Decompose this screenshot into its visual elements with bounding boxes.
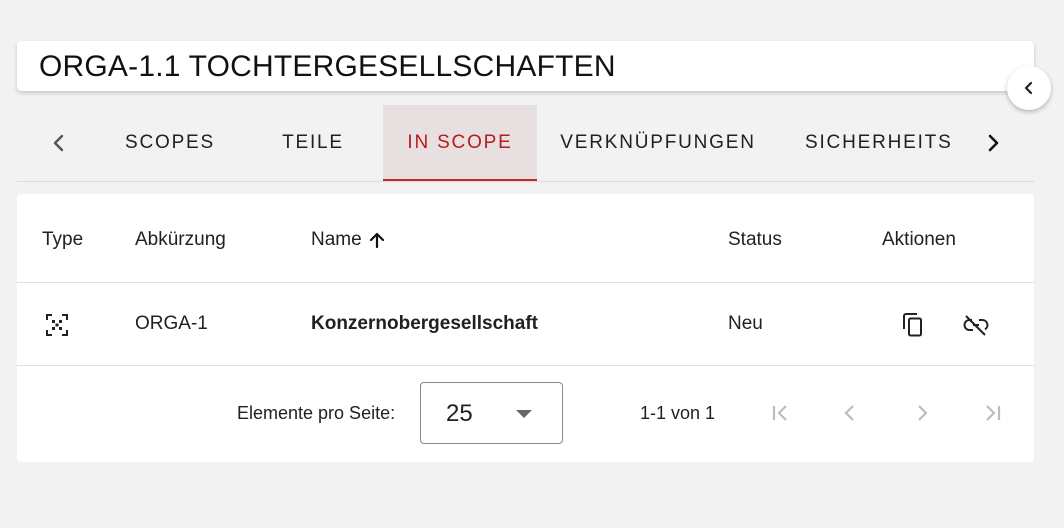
items-per-page-label: Elemente pro Seite: xyxy=(237,403,396,423)
tab-scroll-left-button[interactable] xyxy=(39,105,79,181)
cell-abbreviation: ORGA-1 xyxy=(135,313,208,334)
column-header-type: Type xyxy=(42,229,84,250)
next-page-icon xyxy=(918,405,928,421)
table-row[interactable]: ORGA-1 Konzernobergesellschaft Neu xyxy=(17,282,1034,366)
tab-sicherheitsmassnahmen[interactable]: SICHERHEITSMASSNAHMEN xyxy=(779,105,952,181)
page-size-select[interactable]: 25 xyxy=(420,382,563,444)
column-header-status[interactable]: Status xyxy=(728,229,782,251)
copy-button[interactable] xyxy=(895,307,931,343)
tab-list: SCOPES TEILE IN SCOPE VERKNÜPFUNGEN SICH… xyxy=(96,105,952,181)
tab-verknuepfungen[interactable]: VERKNÜPFUNGEN xyxy=(537,105,779,181)
tab-teile[interactable]: TEILE xyxy=(244,105,382,181)
tab-scopes[interactable]: SCOPES xyxy=(96,105,244,181)
page-title: ORGA-1.1 TOCHTERGESELLSCHAFTEN xyxy=(39,50,616,83)
first-page-icon xyxy=(772,405,787,421)
column-header-name[interactable]: Name xyxy=(311,229,387,251)
previous-page-icon xyxy=(844,405,854,421)
previous-page-button[interactable] xyxy=(832,395,868,431)
cell-name: Konzernobergesellschaft xyxy=(311,313,538,334)
next-page-button[interactable] xyxy=(904,395,940,431)
tab-scroll-right-button[interactable] xyxy=(973,105,1013,181)
copy-icon xyxy=(903,313,922,337)
collapse-panel-button[interactable] xyxy=(1007,66,1051,110)
chevron-right-icon xyxy=(988,134,999,152)
cell-status: Neu xyxy=(728,313,763,334)
unlink-icon xyxy=(963,315,989,336)
page-range-label: 1-1 von 1 xyxy=(640,403,716,423)
column-header-abbreviation[interactable]: Abkürzung xyxy=(135,229,226,251)
title-card: ORGA-1.1 TOCHTERGESELLSCHAFTEN xyxy=(17,41,1034,91)
last-page-icon xyxy=(986,405,1001,421)
unlink-button[interactable] xyxy=(958,307,994,343)
elements-table: Type Abkürzung Name Status Aktionen ORGA… xyxy=(17,194,1034,462)
tab-bar: SCOPES TEILE IN SCOPE VERKNÜPFUNGEN SICH… xyxy=(17,105,1034,182)
page-size-value: 25 xyxy=(446,400,473,427)
scope-icon xyxy=(46,314,68,336)
arrow-up-icon xyxy=(369,232,384,249)
column-header-actions: Aktionen xyxy=(882,229,956,250)
chevron-left-icon xyxy=(53,134,64,152)
column-header-name-label: Name xyxy=(311,229,362,250)
chevron-left-icon xyxy=(1024,81,1033,95)
first-page-button[interactable] xyxy=(763,395,799,431)
caret-down-icon xyxy=(516,410,532,418)
last-page-button[interactable] xyxy=(974,395,1010,431)
tab-in-scope[interactable]: IN SCOPE xyxy=(383,105,537,181)
